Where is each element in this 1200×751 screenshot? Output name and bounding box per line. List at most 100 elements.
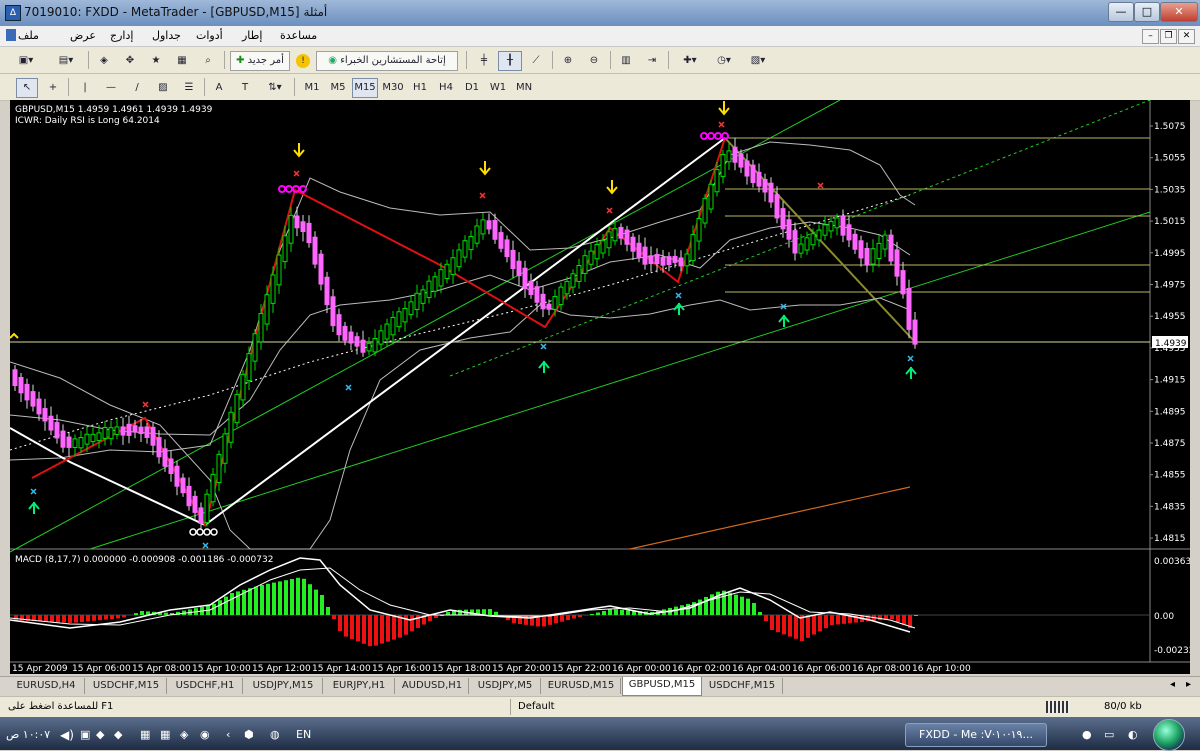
tab-usdchf-m15-2[interactable]: USDCHF,M15 — [702, 678, 783, 694]
menu-insert[interactable]: إدارج — [110, 29, 133, 42]
time-axis-label: 15 Apr 10:00 — [192, 664, 251, 674]
tray-app-icon[interactable]: ▦ — [160, 728, 170, 741]
menu-tools[interactable]: أدوات — [196, 29, 223, 42]
network-icon[interactable]: ▣ — [80, 728, 90, 741]
crosshair-icon[interactable]: + — [42, 78, 64, 98]
tab-usdchf-h1[interactable]: USDCHF,H1 — [168, 678, 243, 694]
timeframe-m1[interactable]: M1 — [300, 78, 324, 98]
strategy-tester-icon[interactable]: ⌕ — [196, 51, 220, 71]
timeframe-m5[interactable]: M5 — [326, 78, 350, 98]
tray-app-icon[interactable]: ▦ — [140, 728, 150, 741]
price-axis-label: 1.5035 — [1154, 185, 1186, 195]
tray-app-icon[interactable]: ◈ — [180, 728, 188, 741]
text-label-icon[interactable]: T — [234, 78, 256, 98]
horizontal-line-icon[interactable]: — — [100, 78, 122, 98]
quicklaunch-icon[interactable]: ▭ — [1104, 728, 1114, 741]
bar-chart-icon[interactable]: ╪ — [472, 51, 496, 71]
maximize-button[interactable]: □ — [1134, 2, 1160, 22]
price-axis-label: 1.5075 — [1154, 122, 1186, 132]
zoom-out-icon[interactable]: ⊖ — [582, 51, 606, 71]
tray-app-icon[interactable]: ◆ — [96, 728, 104, 741]
data-window-icon[interactable]: ✥ — [118, 51, 142, 71]
close-button[interactable]: ✕ — [1160, 2, 1198, 22]
vertical-line-icon[interactable]: | — [74, 78, 96, 98]
standard-toolbar: ▣▾ ▤▾ ◈ ✥ ★ ▦ ⌕ ✚ أمر جديد ! ◉ إتاحة الم… — [0, 47, 1200, 74]
new-chart-icon[interactable]: ▣▾ — [8, 51, 44, 71]
meta-editor-icon[interactable]: ! — [292, 51, 314, 71]
menu-window[interactable]: إطار — [242, 29, 262, 42]
mdi-close-button[interactable]: ✕ — [1178, 29, 1195, 44]
menu-help[interactable]: مساعدة — [280, 29, 317, 42]
time-axis-label: 15 Apr 22:00 — [552, 664, 611, 674]
new-order-button[interactable]: ✚ أمر جديد — [230, 51, 290, 71]
chart-window[interactable]: GBPUSD,M15 1.4959 1.4961 1.4939 1.4939 I… — [10, 100, 1190, 674]
tab-gbpusd-m15[interactable]: GBPUSD,M15 — [622, 677, 702, 696]
equidistant-channel-icon[interactable]: ▨ — [152, 78, 174, 98]
text-icon[interactable]: A — [208, 78, 230, 98]
quicklaunch-icon[interactable]: ● — [1082, 728, 1092, 741]
tile-windows-icon[interactable]: ▥ — [614, 51, 638, 71]
price-axis-label: 1.4815 — [1154, 534, 1186, 544]
tab-scroll-right-icon[interactable]: ▸ — [1186, 679, 1191, 690]
timeframe-h4[interactable]: H4 — [434, 78, 458, 98]
tab-usdjpy-m15[interactable]: USDJPY,M15 — [244, 678, 323, 694]
market-watch-icon[interactable]: ◈ — [92, 51, 116, 71]
terminal-icon[interactable]: ▦ — [170, 51, 194, 71]
tab-usdchf-m15[interactable]: USDCHF,M15 — [86, 678, 167, 694]
speaker-icon[interactable]: ◀) — [60, 728, 74, 742]
fibonacci-icon[interactable]: ☰ — [178, 78, 200, 98]
tray-expand-icon[interactable]: ‹ — [226, 728, 230, 741]
profiles-icon[interactable]: ▤▾ — [48, 51, 84, 71]
tray-app-icon[interactable]: ◆ — [114, 728, 122, 741]
price-chart[interactable]: GBPUSD,M15 1.4959 1.4961 1.4939 1.4939 I… — [10, 100, 1190, 674]
time-axis-label: 16 Apr 00:00 — [612, 664, 671, 674]
language-indicator[interactable]: EN — [296, 728, 311, 741]
mdi-minimize-button[interactable]: – — [1142, 29, 1159, 44]
candlestick-chart-icon[interactable]: ╂ — [498, 51, 522, 71]
time-axis-label: 16 Apr 08:00 — [852, 664, 911, 674]
timeframe-m30[interactable]: M30 — [380, 78, 406, 98]
price-axis-label: 1.5015 — [1154, 217, 1186, 227]
indicators-icon[interactable]: ✚▾ — [674, 51, 706, 71]
tab-eurusd-m15[interactable]: EURUSD,M15 — [542, 678, 621, 694]
expert-advisors-icon: ◉ — [328, 55, 337, 66]
minimize-button[interactable]: — — [1108, 2, 1134, 22]
tray-app-icon[interactable]: ⬢ — [244, 728, 254, 741]
start-button[interactable] — [1153, 719, 1185, 751]
menu-charts[interactable]: جداول — [152, 29, 181, 42]
tab-audusd-h1[interactable]: AUDUSD,H1 — [396, 678, 469, 694]
mdi-restore-button[interactable]: ❐ — [1160, 29, 1177, 44]
tab-eurjpy-h1[interactable]: EURJPY,H1 — [324, 678, 395, 694]
tray-app-icon[interactable]: ◍ — [270, 728, 280, 741]
tab-scroll-left-icon[interactable]: ◂ — [1170, 679, 1175, 690]
menu-file[interactable]: ملف — [18, 29, 39, 42]
menu-bar: ملف عرض إدارج جداول أدوات إطار مساعدة – … — [0, 26, 1200, 47]
tab-usdjpy-m5[interactable]: USDJPY,M5 — [470, 678, 541, 694]
metatrader-icon: Δ — [5, 5, 21, 21]
quicklaunch-icon[interactable]: ◐ — [1128, 728, 1138, 741]
templates-icon[interactable]: ▧▾ — [742, 51, 774, 71]
time-axis-label: 16 Apr 04:00 — [732, 664, 791, 674]
tray-app-icon[interactable]: ◉ — [200, 728, 210, 741]
timeframe-h1[interactable]: H1 — [408, 78, 432, 98]
timeframe-d1[interactable]: D1 — [460, 78, 484, 98]
time-axis-label: 16 Apr 06:00 — [792, 664, 851, 674]
taskbar-metatrader-button[interactable]: FXDD - Me :V·١٩·١٠... — [905, 723, 1047, 747]
zoom-in-icon[interactable]: ⊕ — [556, 51, 580, 71]
timeframe-m15[interactable]: M15 — [352, 78, 378, 98]
line-chart-icon[interactable]: ⟋ — [524, 51, 548, 71]
auto-scroll-icon[interactable]: ⇥ — [640, 51, 664, 71]
tab-eurusd-h4[interactable]: EURUSD,H4 — [8, 678, 85, 694]
timeframe-mn[interactable]: MN — [512, 78, 536, 98]
menu-view[interactable]: عرض — [70, 29, 96, 42]
timeframe-w1[interactable]: W1 — [486, 78, 510, 98]
periods-icon[interactable]: ◷▾ — [708, 51, 740, 71]
price-axis-label: 1.4855 — [1154, 471, 1186, 481]
arrows-icon[interactable]: ⇅▾ — [260, 78, 290, 98]
expert-advisors-button[interactable]: ◉ إتاحة المستشارين الخبراء — [316, 51, 458, 71]
chart-tabs: EURUSD,H4 USDCHF,M15 USDCHF,H1 USDJPY,M1… — [0, 676, 1200, 696]
navigator-icon[interactable]: ★ — [144, 51, 168, 71]
trendline-icon[interactable]: / — [126, 78, 148, 98]
cursor-icon[interactable]: ↖ — [16, 78, 38, 98]
title-bar: Δ 7019010: FXDD - MetaTrader - [GBPUSD,M… — [0, 0, 1200, 26]
